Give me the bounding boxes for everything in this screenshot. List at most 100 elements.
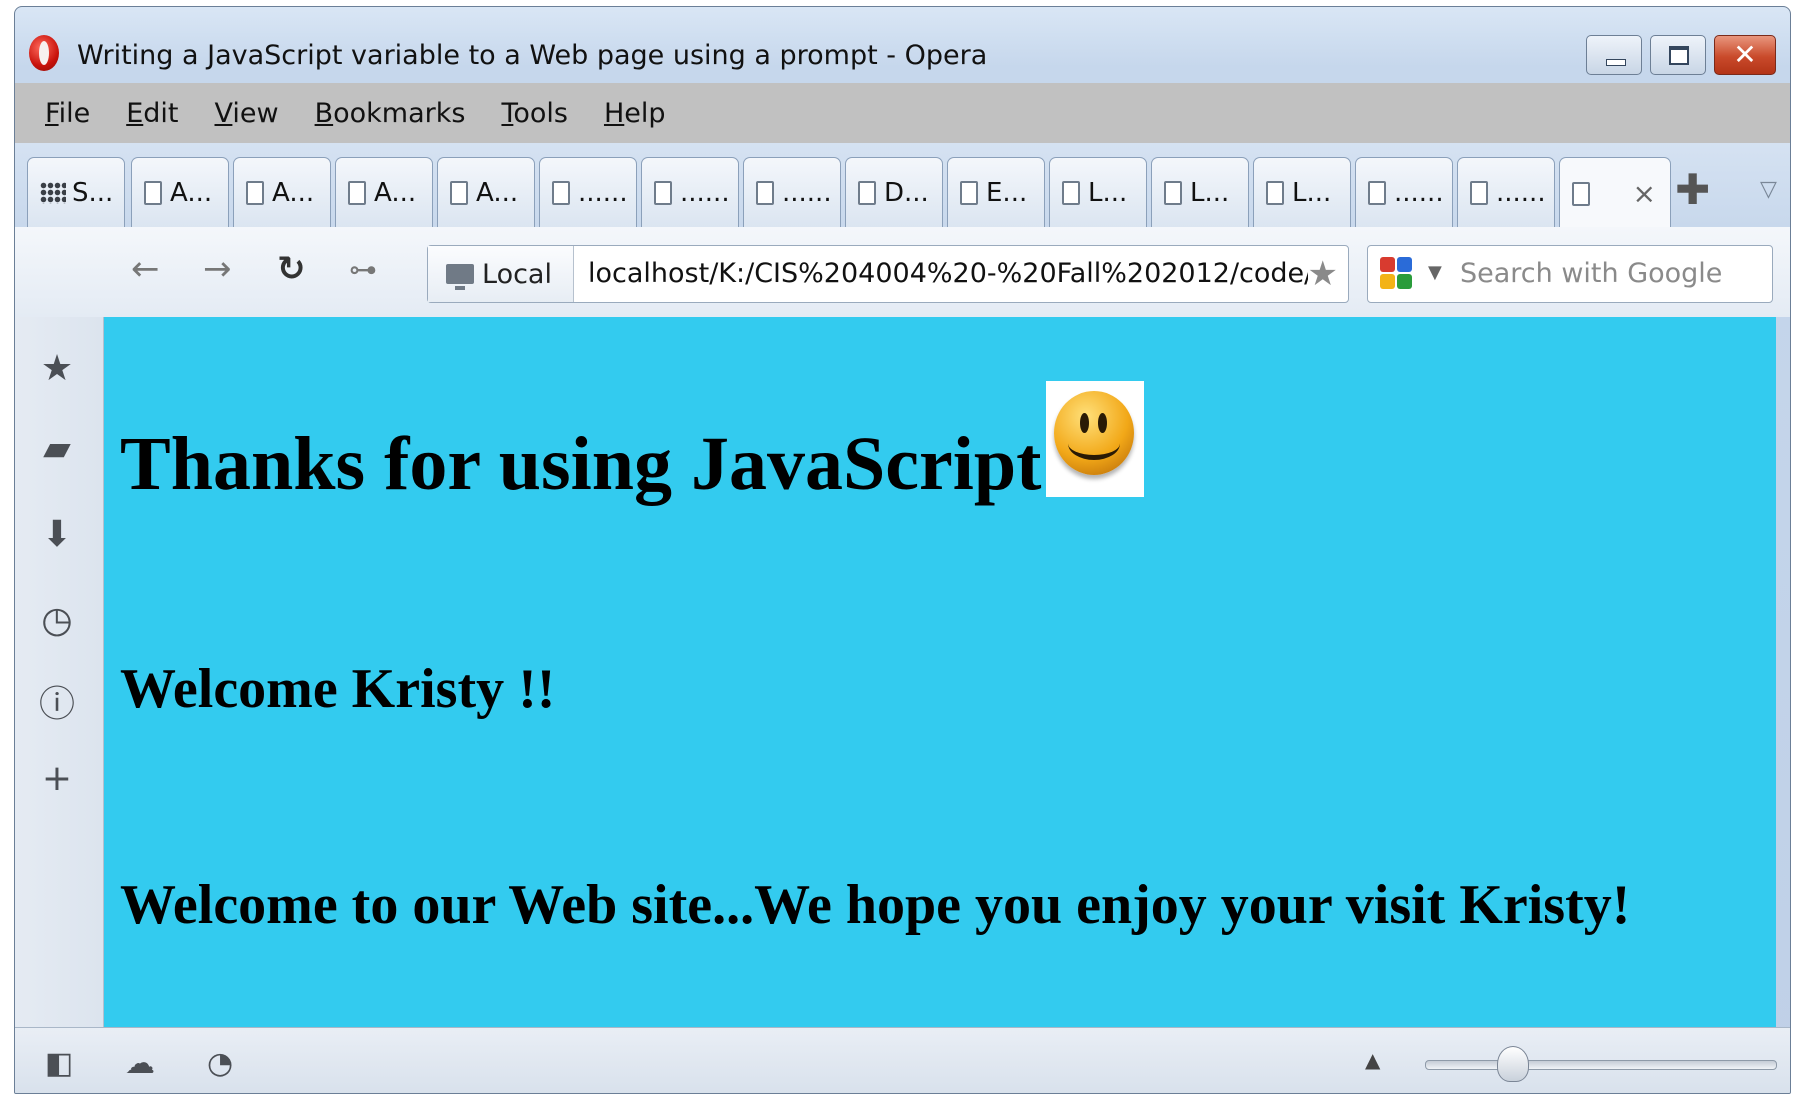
reload-icon[interactable]: ↻ (277, 249, 306, 289)
menu-file[interactable]: File (45, 98, 90, 129)
notes-icon[interactable]: ▰ (35, 427, 79, 471)
tab[interactable]: ...... (743, 157, 841, 227)
page-icon (756, 180, 774, 205)
bookmark-star-icon[interactable]: ★ (1308, 254, 1338, 294)
tab-bar: S... A... A... A... A... ...... ...... .… (15, 143, 1790, 229)
history-icon[interactable]: ◷ (35, 599, 79, 643)
forward-arrow-icon[interactable]: → (203, 249, 232, 289)
tab-speed-dial[interactable]: S... (27, 157, 125, 227)
tab[interactable]: L... (1151, 157, 1249, 227)
info-icon[interactable]: ⓘ (35, 683, 79, 727)
tab-label: D... (884, 177, 929, 208)
zoom-menu-icon[interactable]: ▲ (1365, 1048, 1380, 1072)
page-heading: Thanks for using JavaScript (120, 422, 1042, 506)
tab[interactable]: A... (131, 157, 229, 227)
menu-tools[interactable]: Tools (501, 98, 568, 129)
monitor-icon (446, 264, 474, 290)
tab-label: L... (1088, 177, 1128, 208)
title-bar: Writing a JavaScript variable to a Web p… (15, 7, 1790, 83)
google-icon[interactable] (1380, 257, 1414, 291)
tab-label: S... (72, 177, 114, 208)
minimize-icon (1606, 59, 1626, 66)
tab-label: ...... (578, 177, 628, 208)
add-panel-icon[interactable]: + (35, 757, 79, 801)
tab-label: L... (1292, 177, 1332, 208)
back-arrow-icon[interactable]: ← (131, 249, 160, 289)
close-icon: ✕ (1733, 38, 1757, 71)
tab[interactable]: ...... (539, 157, 637, 227)
tab-label: A... (476, 177, 519, 208)
address-toolbar: ← → ↻ ⊶ Local localhost/K:/CIS%204004%20… (15, 227, 1790, 317)
browser-window: Writing a JavaScript variable to a Web p… (14, 6, 1791, 1094)
tab[interactable]: D... (845, 157, 943, 227)
tab-label: A... (170, 177, 213, 208)
page-icon (144, 180, 162, 205)
search-engine-dropdown-icon[interactable]: ▼ (1428, 262, 1442, 283)
search-box[interactable]: ▼ Search with Google (1367, 245, 1773, 303)
zoom-slider-thumb[interactable] (1497, 1046, 1529, 1082)
page-icon (1572, 181, 1590, 206)
tab[interactable]: E... (947, 157, 1045, 227)
menu-help[interactable]: Help (604, 98, 666, 129)
opera-logo-icon (29, 35, 59, 71)
turbo-gauge-icon[interactable]: ◔ (207, 1046, 233, 1081)
tab-label: ...... (782, 177, 832, 208)
welcome-heading: Welcome Kristy !! (120, 658, 556, 720)
site-badge-label: Local (482, 258, 552, 290)
page-icon (654, 180, 672, 205)
tab-active[interactable]: × (1559, 157, 1671, 229)
zoom-slider[interactable] (1425, 1060, 1777, 1070)
maximize-button[interactable] (1650, 35, 1706, 75)
opera-unite-cloud-icon[interactable]: ☁ (125, 1046, 155, 1081)
window-title: Writing a JavaScript variable to a Web p… (77, 40, 988, 71)
smiley-image (1046, 381, 1144, 497)
page-icon (858, 180, 876, 205)
page-icon (1062, 180, 1080, 205)
url-field[interactable]: localhost/K:/CIS%204004%20-%20Fall%20201… (588, 258, 1308, 289)
tab-label: E... (986, 177, 1028, 208)
tab[interactable]: ...... (641, 157, 739, 227)
search-placeholder[interactable]: Search with Google (1460, 258, 1722, 289)
tab-label: ...... (1496, 177, 1546, 208)
page-icon (1266, 180, 1284, 205)
tab-menu-chevron-down-icon[interactable]: ▽ (1760, 177, 1777, 202)
page-icon (1164, 180, 1182, 205)
tab-label: ...... (680, 177, 730, 208)
page-icon (246, 180, 264, 205)
welcome-message: Welcome to our Web site...We hope you en… (120, 874, 1631, 936)
tab-label: ...... (1394, 177, 1444, 208)
tab-label: A... (374, 177, 417, 208)
new-tab-button[interactable]: ✚ (1675, 169, 1710, 211)
tab-label: L... (1190, 177, 1230, 208)
tab[interactable]: ...... (1355, 157, 1453, 227)
bookmarks-icon[interactable]: ★ (35, 347, 79, 391)
page-icon (348, 180, 366, 205)
panel-toggle-icon[interactable]: ◧ (45, 1046, 73, 1081)
tab[interactable]: A... (233, 157, 331, 227)
downloads-icon[interactable]: ⬇ (35, 513, 79, 557)
menu-bookmarks[interactable]: Bookmarks (315, 98, 466, 129)
speed-dial-icon (40, 181, 66, 204)
tab[interactable]: L... (1049, 157, 1147, 227)
menu-view[interactable]: View (215, 98, 279, 129)
status-bar: ◧ ☁ ◔ ▲ (15, 1027, 1790, 1093)
tab[interactable]: A... (335, 157, 433, 227)
tab[interactable]: ...... (1457, 157, 1555, 227)
window-controls: ✕ (1586, 35, 1776, 75)
key-icon[interactable]: ⊶ (349, 253, 377, 286)
site-badge[interactable]: Local (428, 246, 574, 302)
tab[interactable]: L... (1253, 157, 1351, 227)
tab-close-icon[interactable]: × (1633, 177, 1656, 210)
page-icon (552, 180, 570, 205)
address-bar[interactable]: Local localhost/K:/CIS%204004%20-%20Fall… (427, 245, 1349, 303)
minimize-button[interactable] (1586, 35, 1642, 75)
menu-edit[interactable]: Edit (126, 98, 178, 129)
page-icon (450, 180, 468, 205)
tab-label: A... (272, 177, 315, 208)
page-icon (1368, 180, 1386, 205)
close-button[interactable]: ✕ (1714, 35, 1776, 75)
smiley-face-icon (1054, 391, 1134, 475)
panel-sidebar: ★ ▰ ⬇ ◷ ⓘ + (15, 317, 104, 1027)
tab[interactable]: A... (437, 157, 535, 227)
page-content: Thanks for using JavaScript Welcome Kris… (104, 317, 1776, 1027)
